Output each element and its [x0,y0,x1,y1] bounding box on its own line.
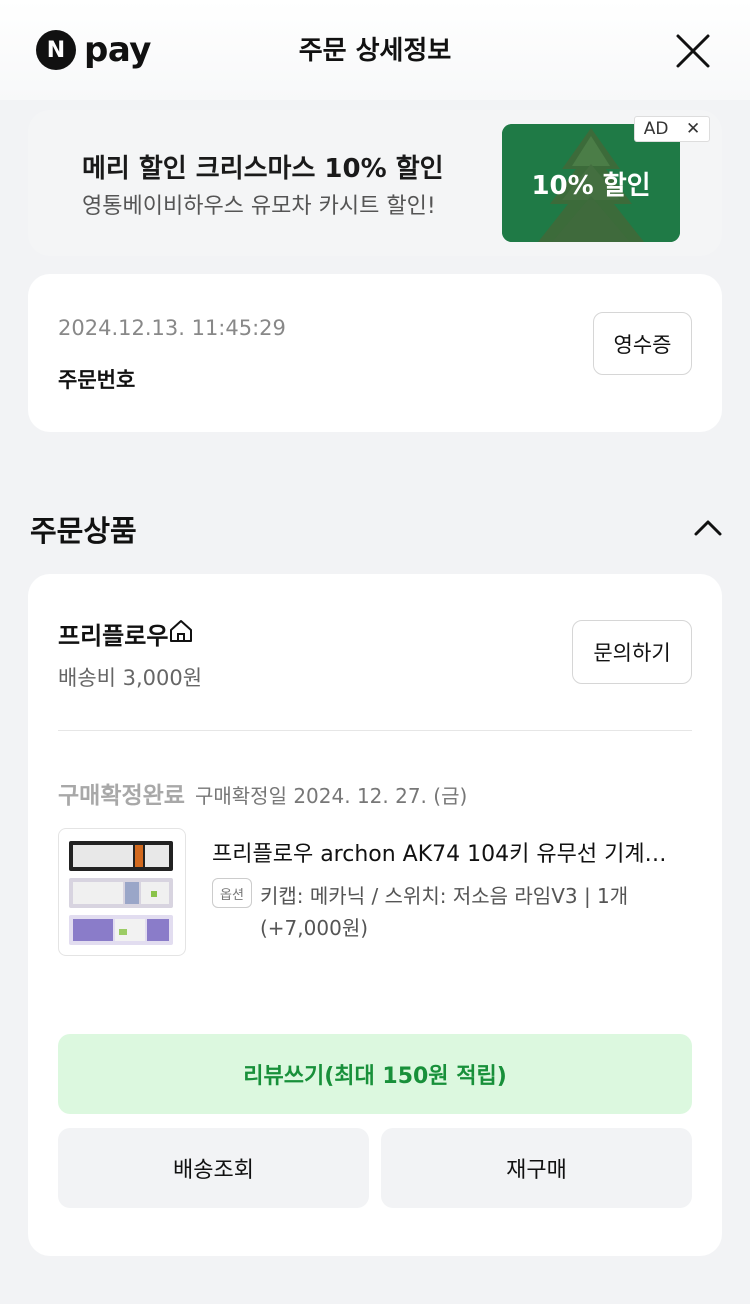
product-thumbnail[interactable] [58,828,186,956]
shipping-fee: 배송비 3,000원 [58,666,203,690]
top-bar: N pay 주문 상세정보 [0,0,750,100]
ad-title: 메리 할인 크리스마스 10% 할인 [82,154,444,184]
confirm-date: 구매확정일 2024. 12. 27. (금) [194,784,468,808]
store-home-icon[interactable] [168,618,194,644]
ad-banner[interactable]: 메리 할인 크리스마스 10% 할인 영통베이비하우스 유모차 카시트 할인! … [28,110,722,256]
order-number-label: 주문번호 [58,368,136,392]
write-review-button[interactable]: 리뷰쓰기(최대 150원 적립) [58,1034,692,1114]
section-title-ordered-items: 주문상품 [30,514,137,548]
order-info-card: 2024.12.13. 11:45:29 주문번호 영수증 [28,274,722,432]
product-card: 프리플로우 배송비 3,000원 문의하기 구매확정완료 구매확정일 2024.… [28,574,722,1256]
option-tag: 옵션 [212,878,252,908]
collapse-toggle[interactable] [690,512,726,544]
purchase-status-line: 구매확정완료 구매확정일 2024. 12. 27. (금) [58,776,467,810]
seller-name[interactable]: 프리플로우 [58,616,168,651]
inquiry-button[interactable]: 문의하기 [572,620,692,684]
ad-close-icon[interactable]: ✕ [686,119,700,139]
option-text: 키캡: 메카닉 / 스위치: 저소음 라임V3 | 1개 (+7,000원) [260,884,629,940]
reorder-button[interactable]: 재구매 [381,1128,692,1208]
product-name[interactable]: 프리플로우 archon AK74 104키 유무선 기계… [212,836,692,868]
page-title: 주문 상세정보 [298,36,452,66]
order-datetime: 2024.12.13. 11:45:29 [58,316,286,340]
status-badge: 구매확정완료 [58,783,185,809]
track-delivery-button[interactable]: 배송조회 [58,1128,369,1208]
divider [58,730,692,731]
receipt-button[interactable]: 영수증 [593,312,692,375]
ad-subtitle: 영통베이비하우스 유모차 카시트 할인! [82,194,436,219]
chevron-up-icon [694,520,722,536]
ad-badge[interactable]: AD ✕ [634,116,710,142]
close-icon [676,34,710,68]
keyboard-image [69,841,173,945]
close-button[interactable] [672,30,714,72]
ad-badge-label: AD [643,119,669,139]
